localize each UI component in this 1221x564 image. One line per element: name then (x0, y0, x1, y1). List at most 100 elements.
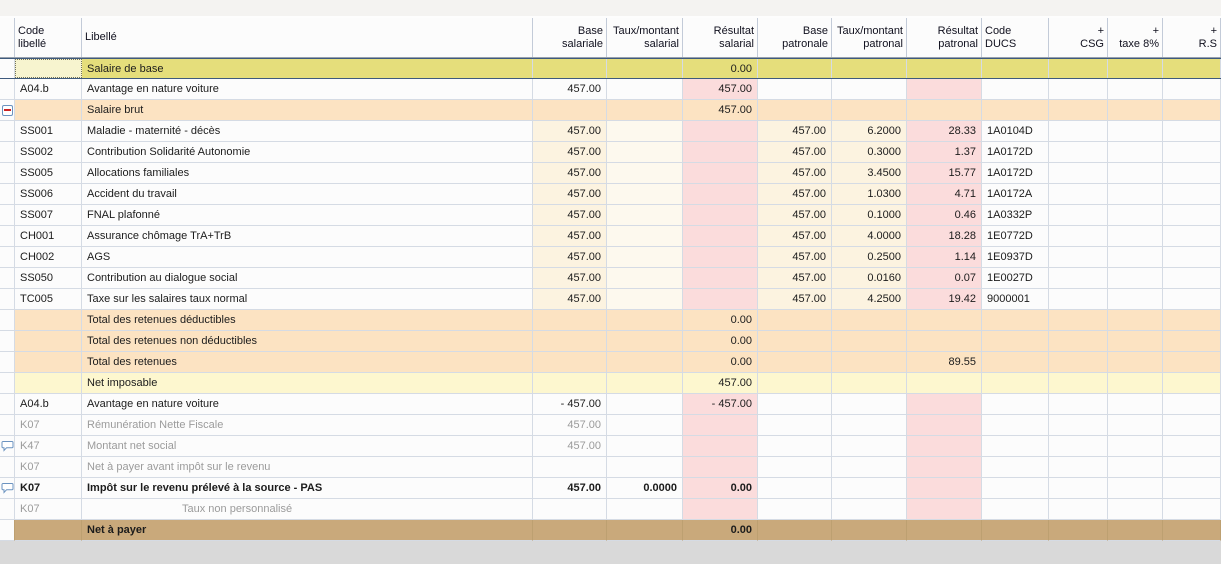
cell-resultat-salarial[interactable]: 0.00 (683, 352, 758, 373)
cell-resultat-salarial[interactable]: 0.00 (683, 310, 758, 331)
cell-code-libelle[interactable]: K07 (15, 499, 82, 520)
cell-base-patronale[interactable] (758, 373, 832, 394)
cell-libelle[interactable]: Avantage en nature voiture (82, 79, 533, 100)
cell-resultat-patronal[interactable] (907, 415, 982, 436)
cell-csg[interactable] (1049, 268, 1108, 289)
cell-taux-montant-patronal[interactable] (832, 394, 907, 415)
cell-base-salariale[interactable] (533, 520, 607, 541)
cell-libelle[interactable]: AGS (82, 247, 533, 268)
cell-code-libelle[interactable] (15, 310, 82, 331)
cell-libelle[interactable]: Taxe sur les salaires taux normal (82, 289, 533, 310)
cell-csg[interactable] (1049, 352, 1108, 373)
cell-rs[interactable] (1163, 457, 1221, 478)
cell-libelle[interactable]: Total des retenues déductibles (82, 310, 533, 331)
cell-base-patronale[interactable] (758, 100, 832, 121)
cell-code-libelle[interactable] (15, 520, 82, 541)
cell-base-patronale[interactable]: 457.00 (758, 163, 832, 184)
cell-code-libelle[interactable]: TC005 (15, 289, 82, 310)
cell-resultat-salarial[interactable]: 457.00 (683, 100, 758, 121)
cell-resultat-salarial[interactable] (683, 457, 758, 478)
cell-base-salariale[interactable] (533, 373, 607, 394)
cell-csg[interactable] (1049, 100, 1108, 121)
cell-taux-montant-patronal[interactable] (832, 310, 907, 331)
cell-rs[interactable] (1163, 184, 1221, 205)
cell-base-patronale[interactable]: 457.00 (758, 226, 832, 247)
cell-code-libelle[interactable] (15, 373, 82, 394)
cell-base-patronale[interactable] (758, 331, 832, 352)
cell-code-ducs[interactable]: 1A0172D (982, 142, 1049, 163)
cell-libelle[interactable]: Contribution Solidarité Autonomie (82, 142, 533, 163)
cell-taux-montant-patronal[interactable] (832, 331, 907, 352)
cell-libelle[interactable]: Montant net social (82, 436, 533, 457)
cell-csg[interactable] (1049, 478, 1108, 499)
cell-libelle[interactable]: Contribution au dialogue social (82, 268, 533, 289)
cell-libelle[interactable]: Taux non personnalisé (82, 499, 533, 520)
cell-code-ducs[interactable]: 1A0104D (982, 121, 1049, 142)
cell-base-salariale[interactable]: 457.00 (533, 268, 607, 289)
cell-csg[interactable] (1049, 59, 1108, 78)
cell-taux-montant-patronal[interactable]: 3.4500 (832, 163, 907, 184)
cell-base-salariale[interactable] (533, 310, 607, 331)
cell-taxe-8[interactable] (1108, 247, 1163, 268)
cell-libelle[interactable]: Total des retenues (82, 352, 533, 373)
cell-code-libelle[interactable]: K07 (15, 478, 82, 499)
cell-taux-montant-salarial[interactable] (607, 457, 683, 478)
cell-csg[interactable] (1049, 247, 1108, 268)
cell-base-patronale[interactable] (758, 457, 832, 478)
cell-libelle[interactable]: Avantage en nature voiture (82, 394, 533, 415)
cell-resultat-salarial[interactable]: 0.00 (683, 520, 758, 541)
cell-csg[interactable] (1049, 163, 1108, 184)
cell-base-salariale[interactable] (533, 331, 607, 352)
cell-code-ducs[interactable]: 1E0937D (982, 247, 1049, 268)
cell-libelle[interactable]: Net imposable (82, 373, 533, 394)
cell-code-libelle[interactable]: K07 (15, 415, 82, 436)
table-row[interactable]: Salaire de base 0.00 (0, 58, 1221, 79)
cell-csg[interactable] (1049, 499, 1108, 520)
cell-taxe-8[interactable] (1108, 121, 1163, 142)
cell-resultat-salarial[interactable] (683, 142, 758, 163)
cell-resultat-salarial[interactable] (683, 163, 758, 184)
table-row[interactable]: K07 Taux non personnalisé (0, 499, 1221, 520)
cell-resultat-patronal[interactable]: 0.07 (907, 268, 982, 289)
table-row[interactable]: Net imposable 457.00 (0, 373, 1221, 394)
table-row[interactable]: Net à payer 0.00 (0, 520, 1221, 541)
cell-code-ducs[interactable]: 9000001 (982, 289, 1049, 310)
cell-csg[interactable] (1049, 289, 1108, 310)
table-row[interactable]: K47 Montant net social 457.00 (0, 436, 1221, 457)
table-row[interactable]: A04.b Avantage en nature voiture - 457.00 -… (0, 394, 1221, 415)
cell-taxe-8[interactable] (1108, 415, 1163, 436)
cell-base-patronale[interactable] (758, 436, 832, 457)
cell-code-ducs[interactable]: 1A0172A (982, 184, 1049, 205)
cell-taxe-8[interactable] (1108, 457, 1163, 478)
cell-resultat-patronal[interactable] (907, 79, 982, 100)
cell-rs[interactable] (1163, 394, 1221, 415)
cell-taux-montant-salarial[interactable] (607, 415, 683, 436)
cell-base-patronale[interactable] (758, 394, 832, 415)
cell-taux-montant-salarial[interactable] (607, 352, 683, 373)
cell-base-salariale[interactable]: 457.00 (533, 415, 607, 436)
cell-csg[interactable] (1049, 79, 1108, 100)
cell-resultat-salarial[interactable] (683, 205, 758, 226)
table-row[interactable]: CH001 Assurance chômage TrA+TrB 457.00 457.… (0, 226, 1221, 247)
cell-taux-montant-salarial[interactable] (607, 184, 683, 205)
cell-taux-montant-salarial[interactable] (607, 520, 683, 541)
cell-code-ducs[interactable] (982, 436, 1049, 457)
table-row[interactable]: Total des retenues non déductibles 0.00 (0, 331, 1221, 352)
cell-code-ducs[interactable]: 1A0172D (982, 163, 1049, 184)
cell-resultat-salarial[interactable]: 0.00 (683, 59, 758, 78)
cell-rs[interactable] (1163, 310, 1221, 331)
cell-taxe-8[interactable] (1108, 100, 1163, 121)
cell-base-salariale[interactable] (533, 499, 607, 520)
cell-taux-montant-salarial[interactable]: 0.0000 (607, 478, 683, 499)
cell-base-salariale[interactable]: 457.00 (533, 142, 607, 163)
cell-libelle[interactable]: Net à payer avant impôt sur le revenu (82, 457, 533, 478)
cell-taux-montant-patronal[interactable]: 1.0300 (832, 184, 907, 205)
cell-taxe-8[interactable] (1108, 373, 1163, 394)
cell-base-patronale[interactable]: 457.00 (758, 268, 832, 289)
cell-code-ducs[interactable] (982, 499, 1049, 520)
cell-taux-montant-patronal[interactable]: 0.3000 (832, 142, 907, 163)
cell-base-salariale[interactable]: 457.00 (533, 247, 607, 268)
cell-taxe-8[interactable] (1108, 499, 1163, 520)
cell-taxe-8[interactable] (1108, 226, 1163, 247)
cell-code-libelle[interactable] (15, 352, 82, 373)
